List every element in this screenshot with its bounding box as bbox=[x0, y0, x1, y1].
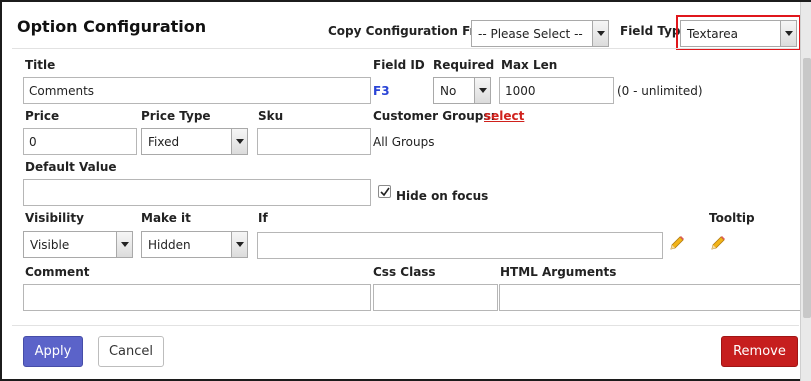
if-label: If bbox=[258, 211, 268, 225]
price-value: 0 bbox=[29, 134, 37, 149]
hide-on-focus-label: Hide on focus bbox=[396, 189, 489, 203]
price-label: Price bbox=[25, 109, 60, 123]
customer-groups-label: Customer Groups: bbox=[373, 109, 496, 123]
required-select[interactable]: No bbox=[433, 77, 491, 104]
tooltip-label: Tooltip bbox=[709, 211, 755, 225]
field-id-label: Field ID bbox=[373, 58, 425, 72]
pencil-icon[interactable] bbox=[709, 234, 727, 252]
chevron-down-icon[interactable] bbox=[231, 129, 247, 154]
copy-config-value: -- Please Select -- bbox=[478, 26, 583, 41]
html-arguments-input[interactable] bbox=[499, 284, 801, 311]
max-len-value: 1000 bbox=[505, 83, 536, 98]
field-type-value: Textarea bbox=[687, 26, 739, 41]
chevron-down-icon[interactable] bbox=[116, 232, 132, 257]
chevron-down-icon[interactable] bbox=[474, 78, 490, 103]
price-input[interactable]: 0 bbox=[23, 128, 137, 155]
field-type-select[interactable]: Textarea bbox=[680, 20, 797, 47]
pencil-icon[interactable] bbox=[668, 234, 686, 252]
required-label: Required bbox=[433, 58, 495, 72]
sku-label: Sku bbox=[258, 109, 284, 123]
remove-button[interactable]: Remove bbox=[721, 336, 798, 367]
copy-config-select[interactable]: -- Please Select -- bbox=[471, 20, 609, 47]
hide-on-focus-checkbox[interactable] bbox=[378, 185, 391, 198]
customer-groups-select-link[interactable]: select bbox=[484, 109, 524, 123]
footer-divider bbox=[12, 325, 799, 326]
max-len-label: Max Len bbox=[501, 58, 558, 72]
visibility-select[interactable]: Visible bbox=[23, 231, 133, 258]
dialog-title: Option Configuration bbox=[17, 17, 207, 36]
cancel-button[interactable]: Cancel bbox=[98, 336, 164, 367]
html-arguments-label: HTML Arguments bbox=[500, 265, 617, 279]
price-type-value: Fixed bbox=[148, 134, 180, 149]
header-divider bbox=[12, 48, 799, 49]
css-class-input[interactable] bbox=[373, 284, 498, 311]
check-icon bbox=[379, 187, 390, 196]
visibility-label: Visibility bbox=[25, 211, 84, 225]
make-it-select[interactable]: Hidden bbox=[141, 231, 248, 258]
max-len-input[interactable]: 1000 bbox=[499, 77, 614, 104]
default-value-input[interactable] bbox=[23, 179, 371, 206]
make-it-value: Hidden bbox=[148, 237, 191, 252]
customer-groups-value: All Groups bbox=[373, 135, 435, 149]
title-input-value: Comments bbox=[29, 83, 95, 98]
make-it-label: Make it bbox=[141, 211, 191, 225]
max-len-hint: (0 - unlimited) bbox=[617, 84, 703, 98]
price-type-label: Price Type bbox=[141, 109, 211, 123]
scrollbar-thumb[interactable] bbox=[803, 58, 811, 318]
apply-button[interactable]: Apply bbox=[23, 336, 83, 367]
title-label: Title bbox=[25, 58, 56, 72]
chevron-down-icon[interactable] bbox=[231, 232, 247, 257]
price-type-select[interactable]: Fixed bbox=[141, 128, 248, 155]
sku-input[interactable] bbox=[257, 128, 371, 155]
vertical-scrollbar[interactable] bbox=[800, 2, 811, 381]
chevron-down-icon[interactable] bbox=[780, 21, 796, 46]
css-class-label: Css Class bbox=[373, 265, 436, 279]
default-value-label: Default Value bbox=[25, 160, 117, 174]
visibility-value: Visible bbox=[30, 237, 70, 252]
title-input[interactable]: Comments bbox=[23, 77, 371, 104]
comment-label: Comment bbox=[25, 265, 90, 279]
field-id-value: F3 bbox=[373, 84, 390, 98]
required-value: No bbox=[440, 83, 457, 98]
option-configuration-dialog: Option Configuration Copy Configuration … bbox=[0, 0, 811, 381]
chevron-down-icon[interactable] bbox=[592, 21, 608, 46]
if-input[interactable] bbox=[257, 232, 663, 259]
comment-input[interactable] bbox=[23, 284, 371, 311]
